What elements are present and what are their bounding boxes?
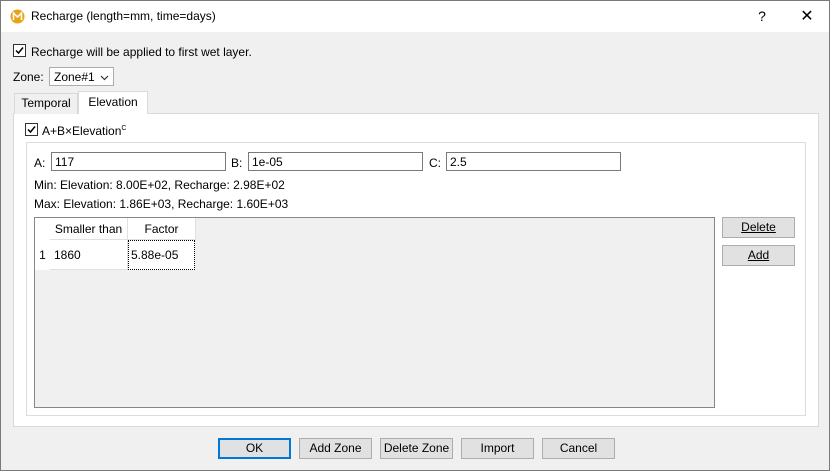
close-button[interactable]: ✕ [787, 1, 827, 32]
apply-first-wet-layer-checkbox[interactable] [13, 44, 26, 57]
close-icon: ✕ [800, 8, 814, 25]
ok-button[interactable]: OK [218, 438, 291, 459]
row-number[interactable]: 1 [35, 240, 50, 270]
tab-temporal[interactable]: Temporal [14, 93, 78, 114]
delete-zone-button[interactable]: Delete Zone [380, 438, 453, 459]
b-input[interactable]: 1e-05 [248, 152, 423, 171]
b-label: B: [231, 156, 243, 170]
max-stats-text: Max: Elevation: 1.86E+03, Recharge: 1.60… [34, 197, 289, 211]
grid-corner [35, 218, 50, 240]
delete-row-label: Delete [741, 220, 776, 234]
import-button[interactable]: Import [461, 438, 534, 459]
add-row-button[interactable]: Add [722, 245, 795, 266]
c-input[interactable]: 2.5 [446, 152, 621, 171]
delete-row-button[interactable]: Delete [722, 217, 795, 238]
add-row-label: Add [747, 248, 770, 262]
checkmark-icon [27, 126, 36, 134]
a-label: A: [34, 156, 46, 170]
a-input-value: 117 [55, 155, 75, 169]
tab-elevation[interactable]: Elevation [78, 91, 148, 114]
checkmark-icon [15, 47, 24, 55]
title-bar: Recharge (length=mm, time=days) ? ✕ [1, 1, 829, 32]
zone-label: Zone: [13, 70, 44, 84]
chevron-down-icon [100, 71, 109, 85]
c-label: C: [429, 156, 441, 170]
formula-text: A+B×Elevation [42, 124, 122, 138]
cell-smaller-than[interactable]: 1860 [50, 240, 128, 270]
column-header-smaller-than[interactable]: Smaller than [50, 218, 128, 240]
add-zone-button[interactable]: Add Zone [299, 438, 372, 459]
formula-exponent: C [121, 125, 127, 132]
cancel-button[interactable]: Cancel [542, 438, 615, 459]
zone-selected-value: Zone#1 [54, 70, 95, 84]
cell-factor[interactable]: 5.88e-05 [128, 240, 195, 270]
min-stats-text: Min: Elevation: 8.00E+02, Recharge: 2.98… [34, 178, 285, 192]
formula-checkbox[interactable] [25, 123, 38, 136]
factor-table[interactable]: Smaller than Factor 1 1860 5.88e-05 [34, 217, 715, 408]
window-title: Recharge (length=mm, time=days) [31, 9, 216, 23]
recharge-dialog: Recharge (length=mm, time=days) ? ✕ Rech… [0, 0, 830, 471]
b-input-value: 1e-05 [252, 155, 283, 169]
formula-label: A+B×ElevationC [42, 124, 126, 138]
app-logo-icon [10, 9, 25, 24]
c-input-value: 2.5 [450, 155, 467, 169]
a-input[interactable]: 117 [51, 152, 226, 171]
apply-first-wet-layer-label: Recharge will be applied to first wet la… [31, 45, 252, 59]
column-header-factor[interactable]: Factor [128, 218, 196, 240]
help-button[interactable]: ? [744, 1, 780, 32]
zone-select[interactable]: Zone#1 [49, 67, 114, 86]
